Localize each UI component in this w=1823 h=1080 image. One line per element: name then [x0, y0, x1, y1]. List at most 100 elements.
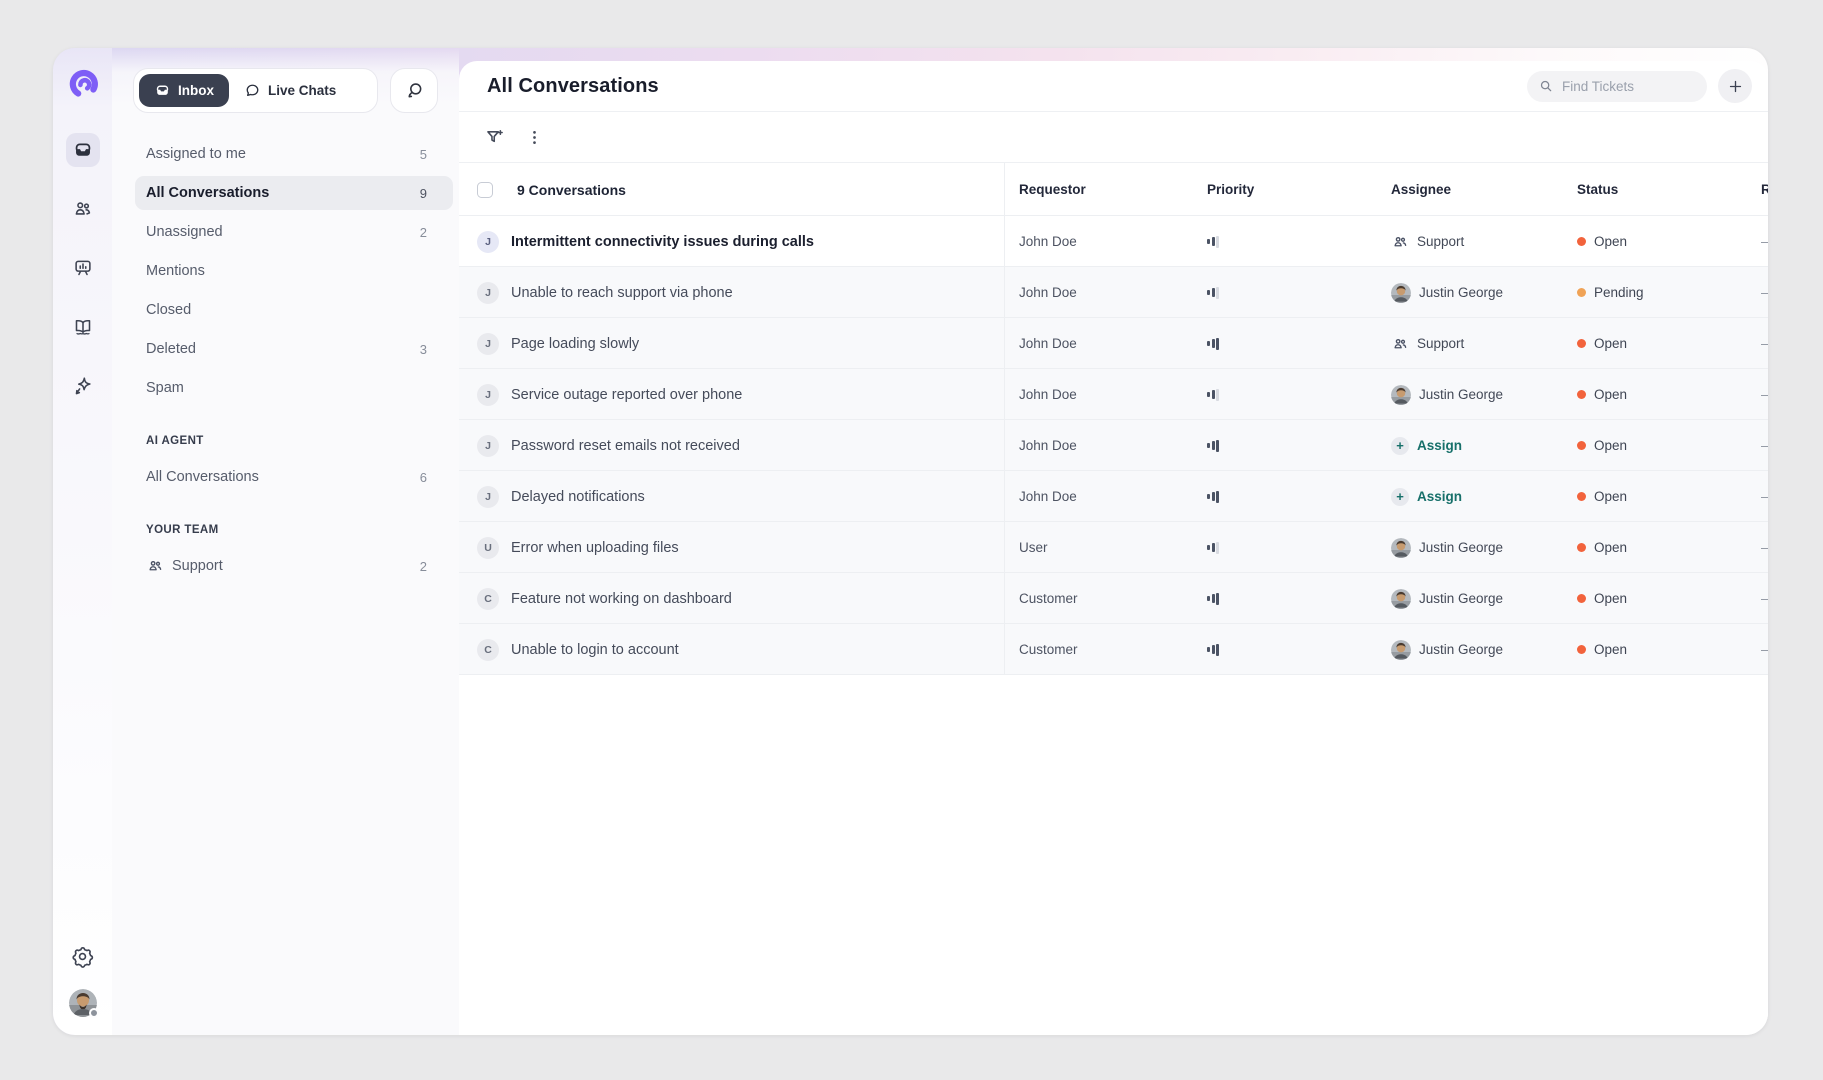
cell-assignee: + Assign: [1379, 437, 1565, 455]
table-row[interactable]: JPassword reset emails not receivedJohn …: [459, 420, 1768, 471]
sidebar-item-support[interactable]: Support2: [135, 549, 453, 583]
requester-avatar: J: [477, 282, 499, 304]
column-header-requestor: Requestor: [1005, 182, 1193, 197]
sidebar-section: AI AGENT All Conversations 6: [135, 435, 453, 494]
sidebar-item-count: 5: [420, 147, 427, 162]
sidebar-item-label: All Conversations: [146, 185, 269, 201]
sidebar-item-all-conversations[interactable]: All Conversations 6: [135, 460, 453, 494]
assignee-label: Justin George: [1419, 591, 1503, 606]
cell-resolution: –: [1751, 234, 1768, 249]
cell-assignee: Justin George: [1379, 538, 1565, 558]
status-dot: [1577, 390, 1586, 399]
status-dot: [1577, 237, 1586, 246]
table-row[interactable]: UError when uploading filesUserJustin Ge…: [459, 522, 1768, 573]
sidebar-item-count: 3: [420, 342, 427, 357]
tab-live-chats[interactable]: Live Chats: [229, 74, 351, 107]
filter-add-icon[interactable]: [483, 126, 505, 148]
presence-dot: [89, 1008, 99, 1018]
sidebar: Inbox Live Chats: [112, 48, 459, 1035]
rail-nav-knowledge-base-icon[interactable]: [66, 310, 100, 344]
sidebar-item-count: 6: [420, 470, 427, 485]
table-row[interactable]: CUnable to login to accountCustomerJusti…: [459, 624, 1768, 675]
priority-medium-icon: [1207, 236, 1219, 248]
cell-resolution: –: [1751, 642, 1768, 657]
app-window: Inbox Live Chats: [53, 48, 1768, 1035]
copilot-button[interactable]: [390, 68, 438, 113]
sidebar-item-mentions[interactable]: Mentions: [135, 254, 453, 288]
assignee-label: Justin George: [1419, 387, 1503, 402]
folder-list: Assigned to me5 All Conversations9 Unassig…: [135, 137, 453, 405]
cell-priority: [1193, 624, 1379, 675]
user-avatar[interactable]: [69, 989, 97, 1017]
rail-nav-reports-icon[interactable]: [66, 251, 100, 285]
priority-high-icon: [1207, 440, 1219, 452]
tab-inbox[interactable]: Inbox: [139, 74, 229, 107]
rail-nav-inbox-icon[interactable]: [66, 133, 100, 167]
assignee-avatar: [1391, 589, 1411, 609]
table-row[interactable]: JIntermittent connectivity issues during…: [459, 216, 1768, 267]
reports-icon: [72, 257, 94, 279]
section-title: AI AGENT: [135, 435, 453, 447]
cell-status: Open: [1565, 642, 1751, 657]
search-input[interactable]: [1560, 78, 1695, 95]
table-row[interactable]: CFeature not working on dashboardCustome…: [459, 573, 1768, 624]
sidebar-item-label: Mentions: [146, 263, 205, 279]
table-row[interactable]: JDelayed notificationsJohn Doe+AssignOpe…: [459, 471, 1768, 522]
sidebar-item-left: Unassigned: [146, 224, 223, 240]
status-dot: [1577, 288, 1586, 297]
tab-inbox-label: Inbox: [178, 83, 214, 98]
table-row[interactable]: JService outage reported over phoneJohn …: [459, 369, 1768, 420]
sidebar-item-label: Spam: [146, 380, 184, 396]
cell-requestor: John Doe: [1005, 234, 1193, 249]
sidebar-item-deleted[interactable]: Deleted3: [135, 332, 453, 366]
conversation-count-label: 9 Conversations: [517, 182, 626, 198]
sidebar-item-spam[interactable]: Spam: [135, 371, 453, 405]
select-all-checkbox[interactable]: [477, 182, 493, 198]
rail-nav-campaigns-spark-icon[interactable]: [66, 369, 100, 403]
sidebar-item-left: Spam: [146, 380, 184, 396]
more-options-icon[interactable]: [523, 126, 545, 148]
new-conversation-button[interactable]: [1718, 69, 1752, 103]
assign-button[interactable]: Assign: [1417, 489, 1462, 504]
requester-avatar: J: [477, 486, 499, 508]
rail-nav-contacts-icon[interactable]: [66, 192, 100, 226]
assignee-label: Justin George: [1419, 540, 1503, 555]
subject-text: Error when uploading files: [511, 540, 679, 556]
subject-text: Unable to login to account: [511, 642, 679, 658]
assignee-avatar: [1391, 283, 1411, 303]
cell-priority: [1193, 369, 1379, 420]
settings-icon[interactable]: [70, 943, 96, 969]
search-icon: [1539, 79, 1553, 93]
page-title: All Conversations: [487, 75, 659, 98]
cell-requestor: John Doe: [1005, 489, 1193, 504]
assign-plus-icon[interactable]: +: [1391, 488, 1409, 506]
desktop-background: { "brand": {"accent": "#7E5EF6", "logo_i…: [0, 0, 1823, 1080]
tab-live-chats-label: Live Chats: [268, 83, 336, 98]
sidebar-item-unassigned[interactable]: Unassigned 2: [135, 215, 453, 249]
chat-bubble-icon: [244, 82, 261, 99]
table-row[interactable]: JPage loading slowlyJohn DoeSupportOpen–: [459, 318, 1768, 369]
cell-requestor: John Doe: [1005, 285, 1193, 300]
sidebar-item-assigned-to-me[interactable]: Assigned to me5: [135, 137, 453, 171]
requester-avatar: J: [477, 333, 499, 355]
cell-assignee: + Assign: [1379, 488, 1565, 506]
sidebar-item-count: 2: [420, 225, 427, 240]
sidebar-item-all-conversations[interactable]: All Conversations9: [135, 176, 453, 210]
priority-high-icon: [1207, 491, 1219, 503]
cell-assignee: Support: [1379, 233, 1565, 251]
status-label: Pending: [1594, 285, 1644, 300]
table-row[interactable]: JUnable to reach support via phoneJohn D…: [459, 267, 1768, 318]
brand-swirl-logo[interactable]: [67, 67, 99, 99]
sidebar-item-left: All Conversations: [146, 185, 269, 201]
sidebar-item-left: Mentions: [146, 263, 205, 279]
cell-status: Open: [1565, 387, 1751, 402]
header-actions: [1527, 69, 1752, 103]
sidebar-item-closed[interactable]: Closed: [135, 293, 453, 327]
subject-text: Service outage reported over phone: [511, 387, 742, 403]
assign-plus-icon[interactable]: +: [1391, 437, 1409, 455]
requester-avatar: J: [477, 435, 499, 457]
cell-resolution: –: [1751, 438, 1768, 453]
sidebar-item-label: All Conversations: [146, 469, 259, 485]
status-label: Open: [1594, 540, 1627, 555]
assign-button[interactable]: Assign: [1417, 438, 1462, 453]
